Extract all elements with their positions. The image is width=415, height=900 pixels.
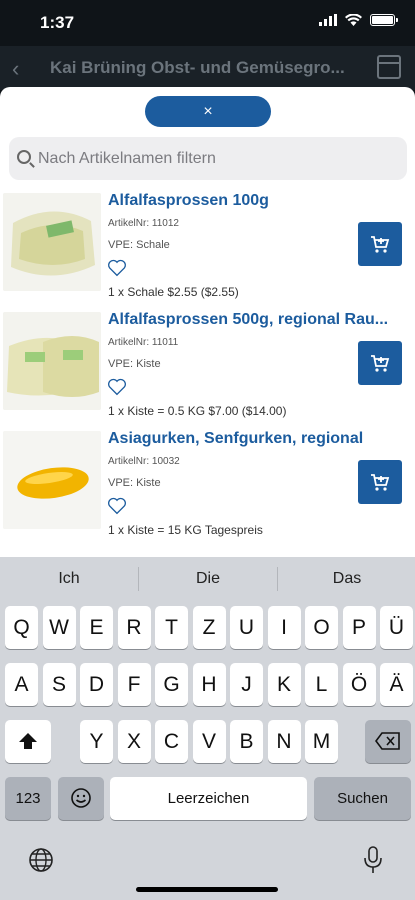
search-return-key[interactable]: Suchen bbox=[314, 777, 411, 820]
key-w[interactable]: W bbox=[42, 606, 76, 649]
suggestion-2[interactable]: Die bbox=[139, 570, 277, 588]
key-y[interactable]: Y bbox=[80, 720, 113, 763]
numbers-key[interactable]: 123 bbox=[5, 777, 51, 820]
key-u[interactable]: U bbox=[230, 606, 263, 649]
key-m[interactable]: M bbox=[305, 720, 338, 763]
product-number: ArtikelNr: 11011 bbox=[108, 337, 179, 348]
key-e[interactable]: E bbox=[80, 606, 113, 649]
back-chevron-icon[interactable]: ‹ bbox=[12, 56, 19, 82]
product-item[interactable]: Alfalfasprossen 500g, regional Rau... Ar… bbox=[0, 310, 415, 429]
nav-header: ‹ Kai Brüning Obst- und Gemüsegro... bbox=[0, 46, 415, 90]
key-n[interactable]: N bbox=[267, 720, 301, 763]
key-ü[interactable]: Ü bbox=[380, 606, 413, 649]
product-vpe: VPE: Kiste bbox=[108, 477, 161, 489]
add-to-cart-button[interactable] bbox=[358, 341, 402, 385]
shift-arrow-icon bbox=[19, 733, 37, 749]
key-i[interactable]: I bbox=[267, 606, 301, 649]
home-indicator bbox=[136, 887, 278, 892]
key-x[interactable]: X bbox=[117, 720, 151, 763]
calendar-icon[interactable] bbox=[377, 55, 401, 79]
status-icons bbox=[319, 14, 398, 26]
key-q[interactable]: Q bbox=[5, 606, 38, 649]
key-ä[interactable]: Ä bbox=[380, 663, 413, 706]
key-c[interactable]: C bbox=[155, 720, 188, 763]
key-b[interactable]: B bbox=[230, 720, 263, 763]
search-input[interactable] bbox=[38, 137, 398, 180]
product-name[interactable]: Alfalfasprossen 500g, regional Rau... bbox=[108, 311, 406, 329]
cart-plus-icon bbox=[371, 236, 390, 253]
backspace-key[interactable] bbox=[365, 720, 411, 763]
key-j[interactable]: J bbox=[230, 663, 263, 706]
battery-icon bbox=[370, 14, 398, 26]
key-h[interactable]: H bbox=[192, 663, 226, 706]
wifi-icon bbox=[345, 14, 362, 26]
key-p[interactable]: P bbox=[342, 606, 376, 649]
favorite-heart-icon[interactable] bbox=[107, 497, 127, 515]
emoji-icon bbox=[71, 788, 91, 808]
microphone-icon[interactable] bbox=[362, 845, 384, 880]
key-s[interactable]: S bbox=[42, 663, 76, 706]
product-item[interactable]: Alfalfasprossen 100g ArtikelNr: 11012 VP… bbox=[0, 191, 415, 310]
keyboard: Ich Die Das QWERTZUIOPÜ ASDFGHJKLÖÄ YXCVBN… bbox=[0, 557, 415, 900]
add-to-cart-button[interactable] bbox=[358, 222, 402, 266]
signal-icon bbox=[319, 14, 337, 26]
key-f[interactable]: F bbox=[117, 663, 151, 706]
product-image bbox=[3, 193, 101, 291]
suggestion-bar: Ich Die Das bbox=[0, 557, 415, 601]
product-image bbox=[3, 312, 101, 410]
key-v[interactable]: V bbox=[192, 720, 226, 763]
key-ö[interactable]: Ö bbox=[342, 663, 376, 706]
search-field[interactable] bbox=[9, 137, 407, 180]
product-price: 1 x Kiste = 0.5 KG $7.00 ($14.00) bbox=[108, 404, 287, 418]
key-g[interactable]: G bbox=[155, 663, 188, 706]
add-to-cart-button[interactable] bbox=[358, 460, 402, 504]
close-button[interactable]: × bbox=[145, 96, 271, 127]
suggestion-1[interactable]: Ich bbox=[0, 570, 138, 588]
key-z[interactable]: Z bbox=[192, 606, 226, 649]
product-item[interactable]: Asiagurken, Senfgurken, regional Artikel… bbox=[0, 429, 415, 548]
suggestion-3[interactable]: Das bbox=[278, 570, 415, 588]
page-title: Kai Brüning Obst- und Gemüsegro... bbox=[50, 58, 345, 77]
key-a[interactable]: A bbox=[5, 663, 38, 706]
cart-plus-icon bbox=[371, 355, 390, 372]
status-time: 1:37 bbox=[40, 13, 75, 32]
key-l[interactable]: L bbox=[305, 663, 338, 706]
status-bar: 1:37 bbox=[0, 0, 415, 46]
globe-icon[interactable] bbox=[28, 847, 54, 878]
backspace-icon bbox=[375, 732, 400, 750]
product-number: ArtikelNr: 10032 bbox=[108, 456, 180, 467]
product-name[interactable]: Alfalfasprossen 100g bbox=[108, 192, 406, 210]
product-price: 1 x Schale $2.55 ($2.55) bbox=[108, 285, 239, 299]
key-k[interactable]: K bbox=[267, 663, 301, 706]
key-d[interactable]: D bbox=[80, 663, 113, 706]
favorite-heart-icon[interactable] bbox=[107, 378, 127, 396]
product-vpe: VPE: Kiste bbox=[108, 358, 161, 370]
product-number: ArtikelNr: 11012 bbox=[108, 218, 179, 229]
search-icon bbox=[17, 150, 31, 164]
shift-key[interactable] bbox=[5, 720, 51, 763]
product-sheet: × Alfalfasprossen 100g ArtikelNr: 11012 … bbox=[0, 87, 415, 557]
space-key[interactable]: Leerzeichen bbox=[110, 777, 307, 820]
product-price: 1 x Kiste = 15 KG Tagespreis bbox=[108, 523, 263, 537]
product-list: Alfalfasprossen 100g ArtikelNr: 11012 VP… bbox=[0, 191, 415, 548]
favorite-heart-icon[interactable] bbox=[107, 259, 127, 277]
product-image bbox=[3, 431, 101, 529]
product-name[interactable]: Asiagurken, Senfgurken, regional bbox=[108, 430, 406, 448]
cart-plus-icon bbox=[371, 474, 390, 491]
product-vpe: VPE: Schale bbox=[108, 239, 170, 251]
key-t[interactable]: T bbox=[155, 606, 188, 649]
key-o[interactable]: O bbox=[305, 606, 338, 649]
key-r[interactable]: R bbox=[117, 606, 151, 649]
emoji-key[interactable] bbox=[58, 777, 104, 820]
